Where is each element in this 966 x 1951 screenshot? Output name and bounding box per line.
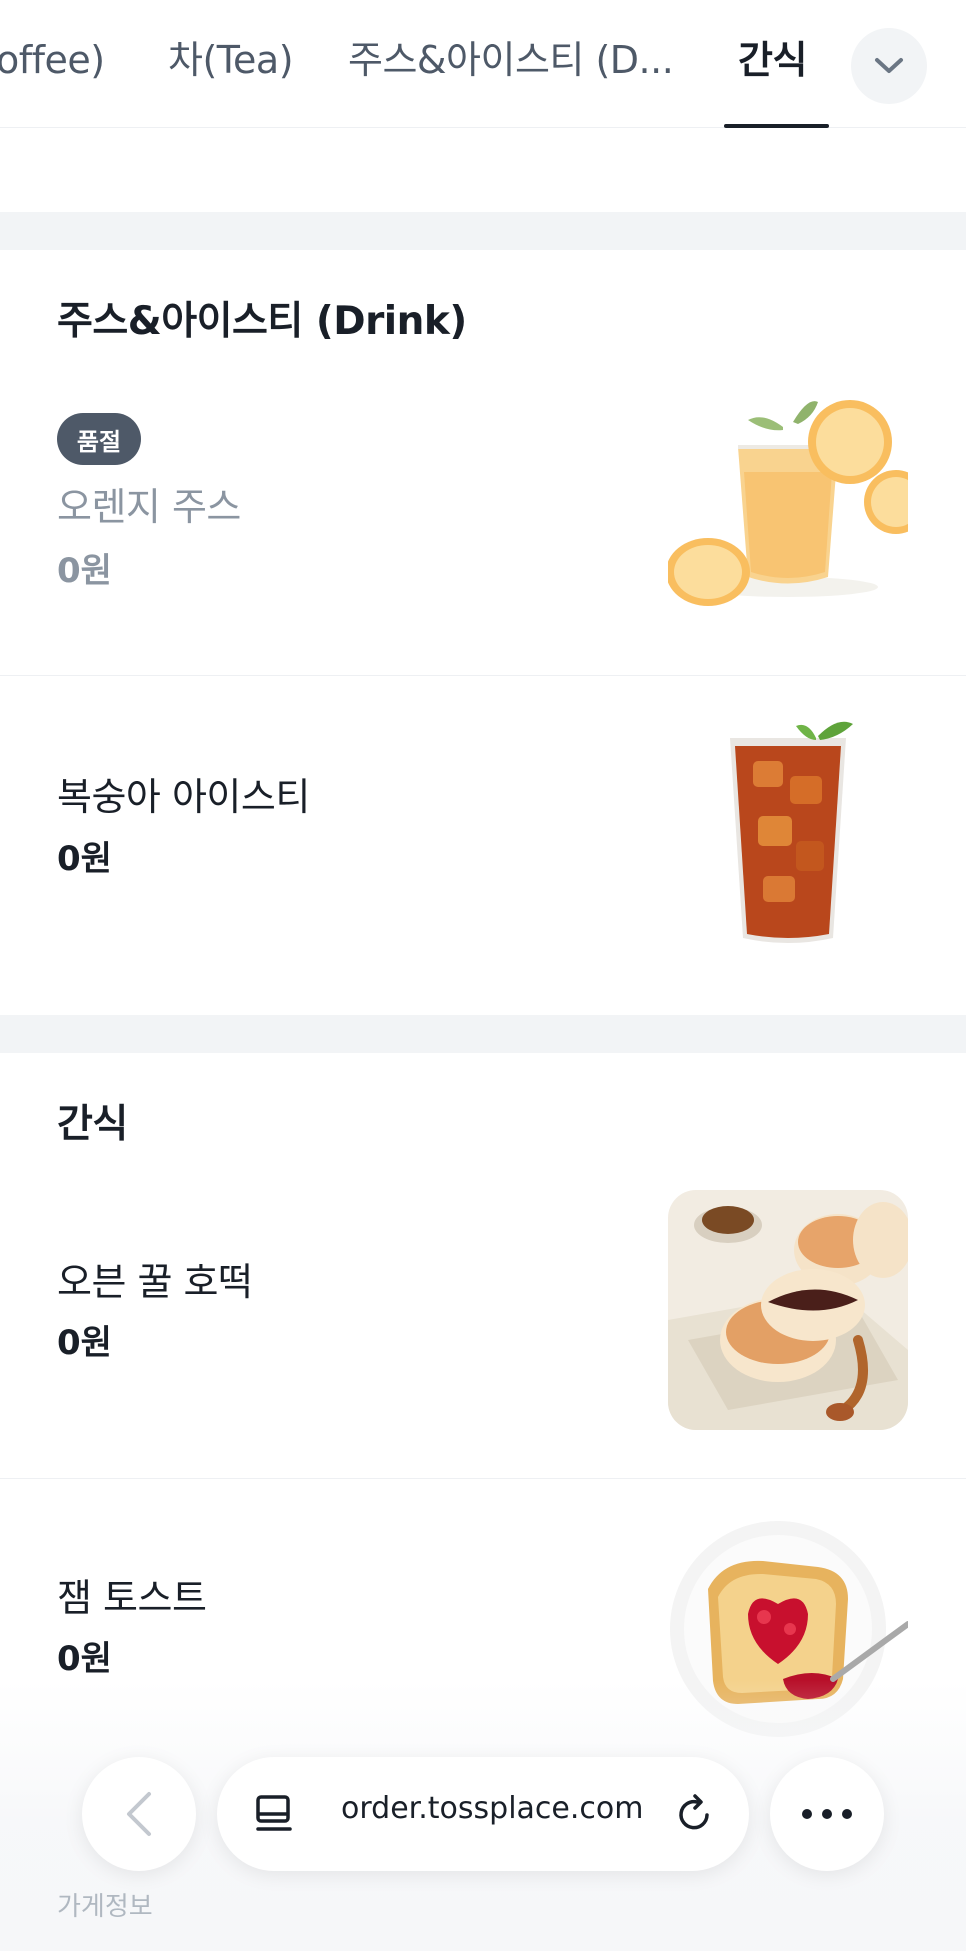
- browser-more-button[interactable]: [770, 1757, 884, 1871]
- browser-url-bar[interactable]: order.tossplace.com: [217, 1757, 749, 1871]
- menu-item-price: 0원: [57, 839, 112, 879]
- tab-tea[interactable]: 차(Tea): [168, 30, 294, 90]
- tab-snack[interactable]: 간식: [738, 30, 807, 90]
- menu-item-price: 0원: [57, 1323, 112, 1363]
- browser-url-text: order.tossplace.com: [341, 1791, 644, 1826]
- hotteok-image: [668, 1190, 908, 1430]
- section-separator: [0, 212, 966, 250]
- section-title-snack: 간식: [57, 1102, 128, 1147]
- orange-juice-image: [668, 392, 908, 632]
- menu-item-name: 오븐 꿀 호떡: [57, 1260, 253, 1304]
- more-icon: [802, 1809, 852, 1819]
- category-expand-button[interactable]: [851, 28, 927, 104]
- menu-item-peach-icetea[interactable]: 복숭아 아이스티 0원: [0, 676, 966, 1014]
- store-info-link[interactable]: 가게정보: [57, 1886, 153, 1923]
- menu-item-price: 0원: [57, 1639, 112, 1679]
- chevron-down-icon: [875, 58, 903, 73]
- menu-item-price: 0원: [57, 551, 112, 591]
- active-tab-indicator: [724, 124, 829, 128]
- soldout-badge: 품절: [57, 413, 141, 465]
- tab-juice-icetea[interactable]: 주스&아이스티 (D...: [348, 30, 674, 90]
- menu-item-name: 복숭아 아이스티: [57, 775, 310, 819]
- iced-tea-image: [668, 716, 908, 956]
- menu-item-orange-juice[interactable]: 품절 오렌지 주스 0원: [0, 380, 966, 675]
- menu-page: offee) 차(Tea) 주스&아이스티 (D... 간식 주스&아이스티 (…: [0, 0, 966, 1951]
- tab-switcher-icon[interactable]: [253, 1793, 295, 1835]
- menu-item-hotteok[interactable]: 오븐 꿀 호떡 0원: [0, 1170, 966, 1478]
- reload-icon[interactable]: [673, 1793, 715, 1835]
- menu-item-name: 오렌지 주스: [57, 485, 241, 529]
- menu-item-name: 잼 토스트: [57, 1576, 207, 1620]
- category-tabs: offee) 차(Tea) 주스&아이스티 (D... 간식: [0, 0, 966, 128]
- chevron-left-icon: [127, 1792, 151, 1836]
- tab-coffee[interactable]: offee): [0, 30, 105, 90]
- section-title-drink: 주스&아이스티 (Drink): [57, 299, 467, 344]
- section-separator: [0, 1015, 966, 1053]
- browser-back-button[interactable]: [82, 1757, 196, 1871]
